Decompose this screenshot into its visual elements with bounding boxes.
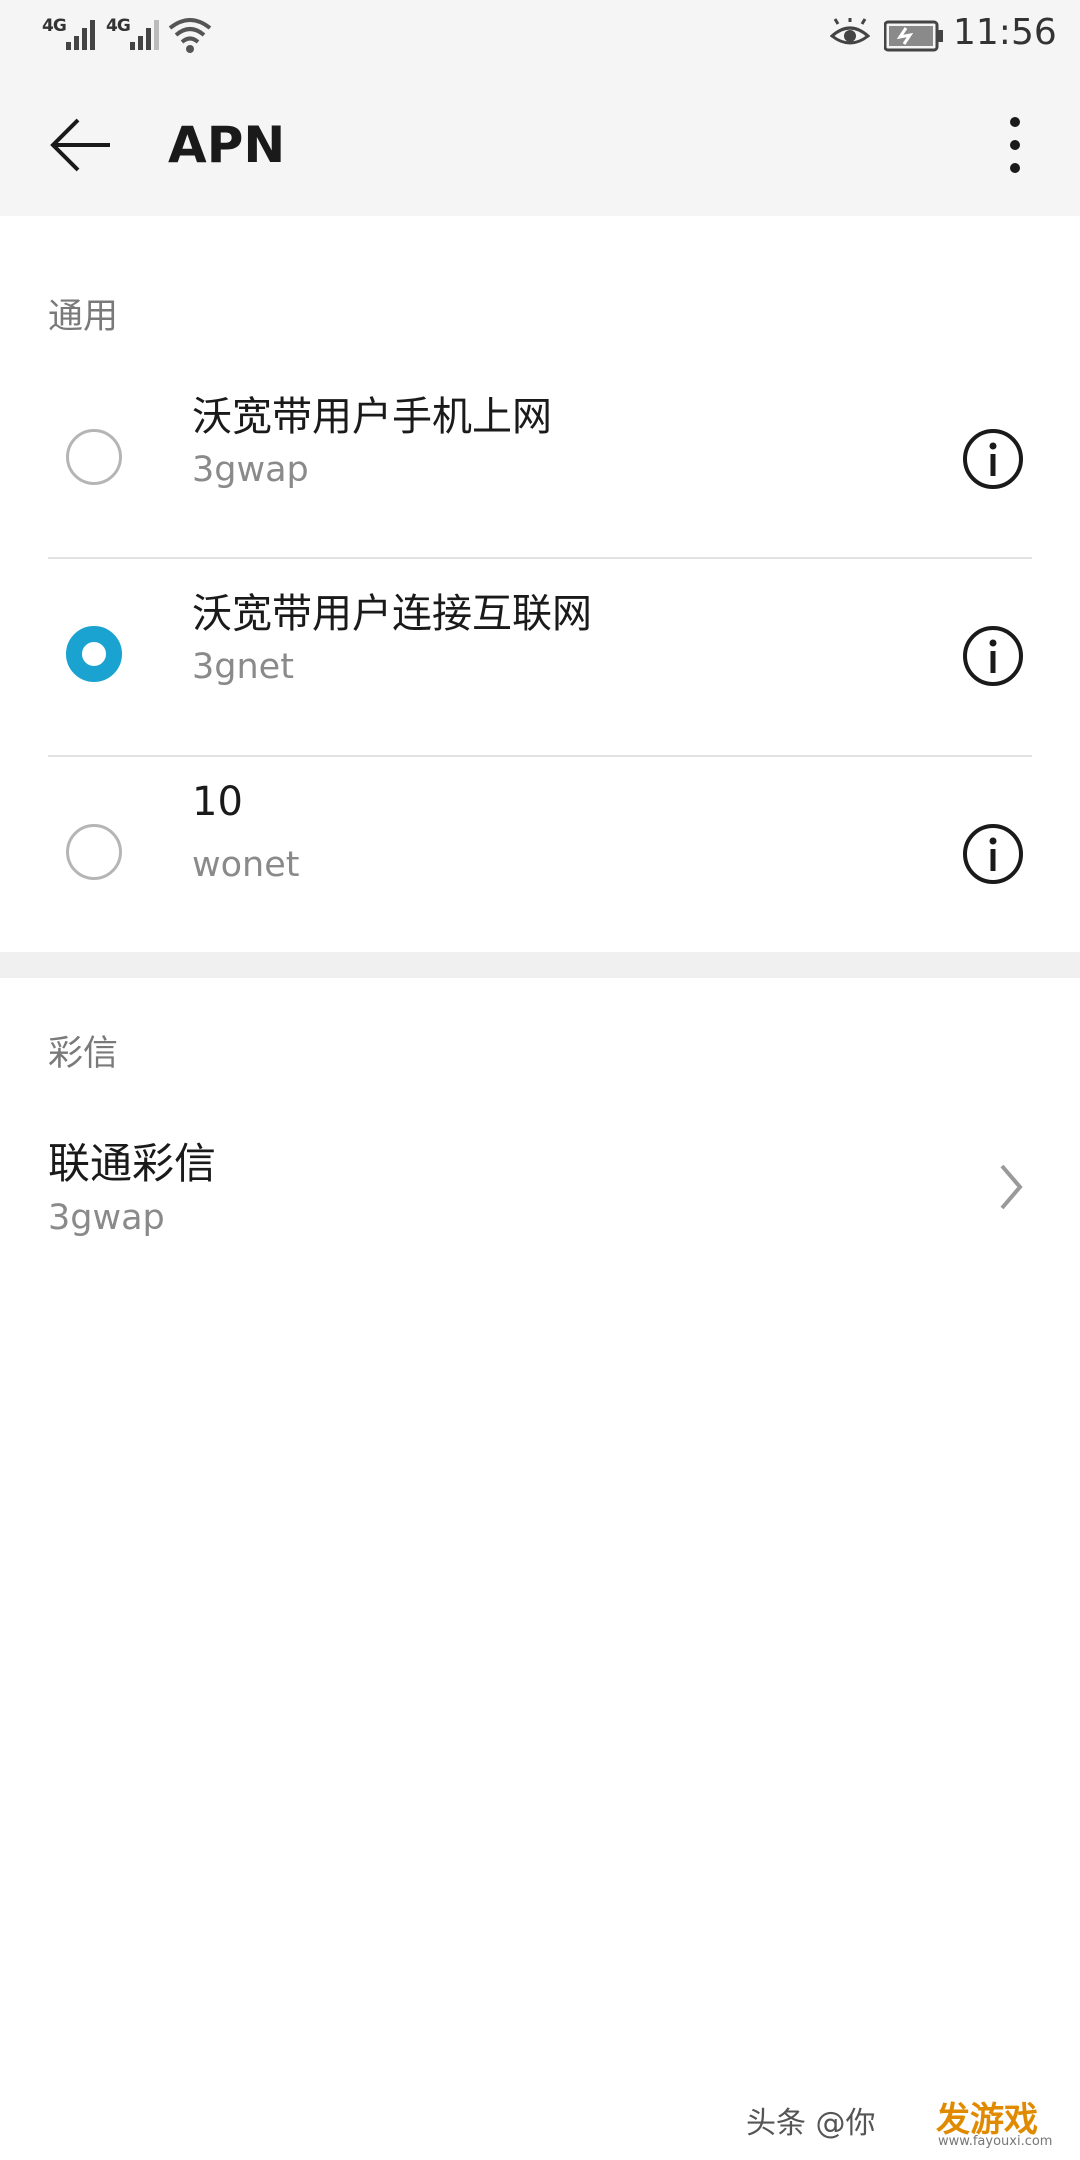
mms-apn-name: 联通彩信 xyxy=(48,1139,217,1188)
info-icon xyxy=(963,824,1023,884)
app-bar: APN xyxy=(0,72,1080,216)
apn-name: 10 xyxy=(192,779,243,825)
apn-item[interactable]: 沃宽带用户连接互联网 3gnet xyxy=(0,559,1080,755)
wifi-icon xyxy=(168,18,212,53)
apn-item[interactable]: 10 wonet xyxy=(0,757,1080,953)
status-bar: 4G 4G 11:56 xyxy=(0,0,1080,72)
more-vertical-icon xyxy=(1010,117,1020,173)
arrow-left-icon xyxy=(50,118,110,172)
info-button[interactable] xyxy=(962,428,1024,490)
watermark-text: 头条 @你 xyxy=(746,2106,876,2141)
back-button[interactable] xyxy=(40,110,120,180)
chevron-right-icon xyxy=(1000,1164,1023,1210)
radio-button[interactable] xyxy=(66,429,122,485)
section-header-general: 通用 xyxy=(48,297,119,337)
info-button[interactable] xyxy=(962,823,1024,885)
section-header-mms: 彩信 xyxy=(48,1034,119,1074)
more-options-button[interactable] xyxy=(990,110,1040,180)
apn-name: 沃宽带用户手机上网 xyxy=(192,394,552,440)
mms-apn-item[interactable]: 联通彩信 3gwap xyxy=(0,1110,1080,1260)
radio-button[interactable] xyxy=(66,824,122,880)
apn-name: 沃宽带用户连接互联网 xyxy=(192,591,592,637)
info-icon xyxy=(963,429,1023,489)
battery-icon xyxy=(884,20,943,52)
page-title: APN xyxy=(168,116,286,174)
radio-button-selected[interactable] xyxy=(66,626,122,682)
apn-value: wonet xyxy=(192,845,300,885)
apn-value: 3gnet xyxy=(192,647,294,687)
eye-comfort-icon xyxy=(830,18,870,45)
apn-item[interactable]: 沃宽带用户手机上网 3gwap xyxy=(0,362,1080,558)
watermark-url: www.fayouxi.com xyxy=(938,2134,1053,2149)
info-icon xyxy=(963,626,1023,686)
info-button[interactable] xyxy=(962,625,1024,687)
apn-value: 3gwap xyxy=(192,450,309,490)
mms-apn-value: 3gwap xyxy=(48,1198,165,1238)
section-divider xyxy=(0,952,1080,978)
clock: 11:56 xyxy=(953,12,1057,53)
